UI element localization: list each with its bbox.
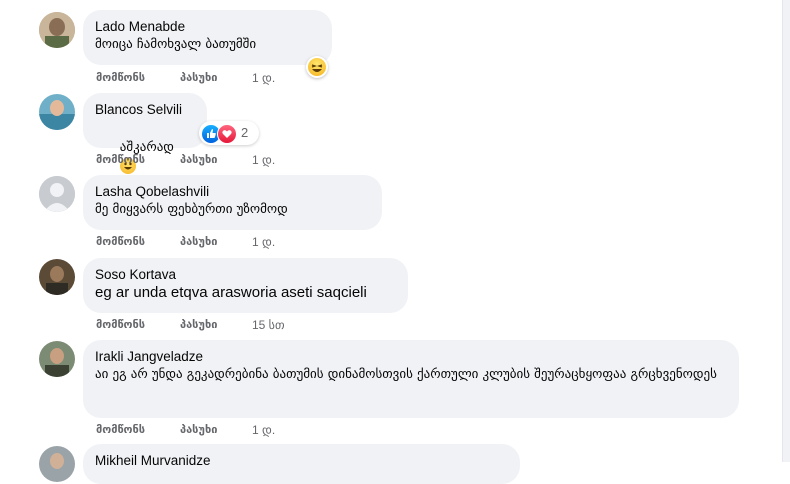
comment-text: მოიცა ჩამოხვალ ბათუმში — [95, 37, 257, 52]
avatar[interactable] — [39, 341, 75, 377]
comment-author[interactable]: Lasha Qobelashvili — [95, 183, 370, 200]
avatar[interactable] — [39, 259, 75, 295]
love-reaction-icon — [217, 124, 237, 144]
reply-link[interactable]: პასუხი — [180, 318, 217, 331]
timestamp-link[interactable]: 1 დ. — [252, 423, 275, 437]
like-link[interactable]: მომწონს — [96, 153, 145, 166]
reaction-summary[interactable]: 2 — [199, 121, 259, 145]
like-link[interactable]: მომწონს — [96, 71, 145, 84]
comment-text: მე მიყვარს ფეხბურთი უზომოდ — [95, 202, 288, 217]
comment-author[interactable]: Lado Menabde — [95, 18, 320, 35]
comment-bubble: Soso Kortava eg ar unda etqva arasworia … — [83, 258, 408, 313]
avatar-photo — [39, 341, 75, 377]
reply-link[interactable]: პასუხი — [180, 235, 217, 248]
comment-text: აი ეგ არ უნდა გეკადრებინა ბათუმის დინამო… — [95, 367, 717, 382]
timestamp-link[interactable]: 1 დ. — [252, 71, 275, 85]
like-link[interactable]: მომწონს — [96, 318, 145, 331]
scrollbar-track[interactable] — [782, 0, 790, 462]
avatar-photo — [39, 446, 75, 482]
reply-link[interactable]: პასუხი — [180, 153, 217, 166]
avatar-photo — [39, 94, 75, 130]
comment-bubble: Blancos Selvili აშკარად — [83, 93, 207, 174]
avatar[interactable] — [39, 446, 75, 482]
comment-author[interactable]: Soso Kortava — [95, 266, 396, 283]
default-avatar-icon — [39, 176, 75, 212]
comment-author[interactable]: Irakli Jangveladze — [95, 348, 727, 365]
like-link[interactable]: მომწონს — [96, 235, 145, 248]
like-link[interactable]: მომწონს — [96, 423, 145, 436]
reply-link[interactable]: პასუხი — [180, 71, 217, 84]
comment-text: eg ar unda etqva arasworia aseti saqciel… — [95, 284, 367, 301]
avatar[interactable] — [39, 12, 75, 48]
comment-bubble: Lado Menabde მოიცა ჩამოხვალ ბათუმში — [83, 10, 332, 65]
avatar-photo — [39, 12, 75, 48]
timestamp-link[interactable]: 1 დ. — [252, 153, 275, 167]
comment-author[interactable]: Mikheil Murvanidze — [95, 452, 508, 469]
timestamp-link[interactable]: 1 დ. — [252, 235, 275, 249]
reaction-count: 2 — [241, 125, 249, 140]
comment-bubble: Mikheil Murvanidze — [83, 444, 520, 484]
avatar-photo — [39, 259, 75, 295]
timestamp-link[interactable]: 15 სთ — [252, 318, 285, 332]
comment-bubble: Irakli Jangveladze აი ეგ არ უნდა გეკადრე… — [83, 340, 739, 418]
avatar[interactable] — [39, 176, 75, 212]
avatar[interactable] — [39, 94, 75, 130]
comment-bubble: Lasha Qobelashvili მე მიყვარს ფეხბურთი უ… — [83, 175, 382, 230]
laugh-reaction-icon[interactable] — [306, 56, 328, 78]
reply-link[interactable]: პასუხი — [180, 423, 217, 436]
comment-author[interactable]: Blancos Selvili — [95, 101, 195, 118]
